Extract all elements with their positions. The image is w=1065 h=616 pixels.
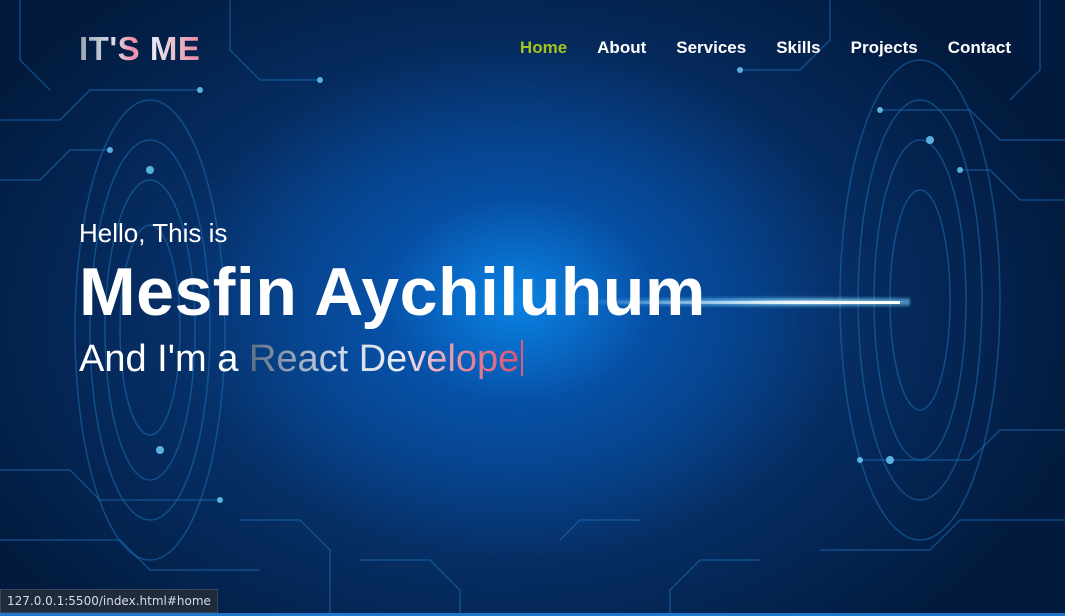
nav-link-about[interactable]: About <box>597 38 646 58</box>
nav-link-skills[interactable]: Skills <box>776 38 820 58</box>
hero-name: Mesfin Aychiluhum <box>79 254 706 330</box>
hero-greeting: Hello, This is <box>79 218 228 248</box>
page: IT'S ME Home About Services Skills Proje… <box>0 0 1065 616</box>
nav-link-contact[interactable]: Contact <box>948 38 1011 58</box>
main-nav: Home About Services Skills Projects Cont… <box>520 38 1011 58</box>
nav-link-projects[interactable]: Projects <box>851 38 918 58</box>
hero-role-prefix: And I'm a <box>79 338 239 380</box>
site-logo[interactable]: IT'S ME <box>79 30 200 68</box>
site-header: IT'S ME Home About Services Skills Proje… <box>0 0 1065 98</box>
hero-section: Hello, This is Mesfin Aychiluhum And I'm… <box>79 216 706 384</box>
hero-role: And I'm a React Develope <box>79 334 706 384</box>
status-bar-url: 127.0.0.1:5500/index.html#home <box>0 589 218 613</box>
nav-link-home[interactable]: Home <box>520 38 567 58</box>
nav-link-services[interactable]: Services <box>676 38 746 58</box>
typing-cursor <box>521 340 524 376</box>
hero-role-typed: React Develope <box>248 338 520 380</box>
